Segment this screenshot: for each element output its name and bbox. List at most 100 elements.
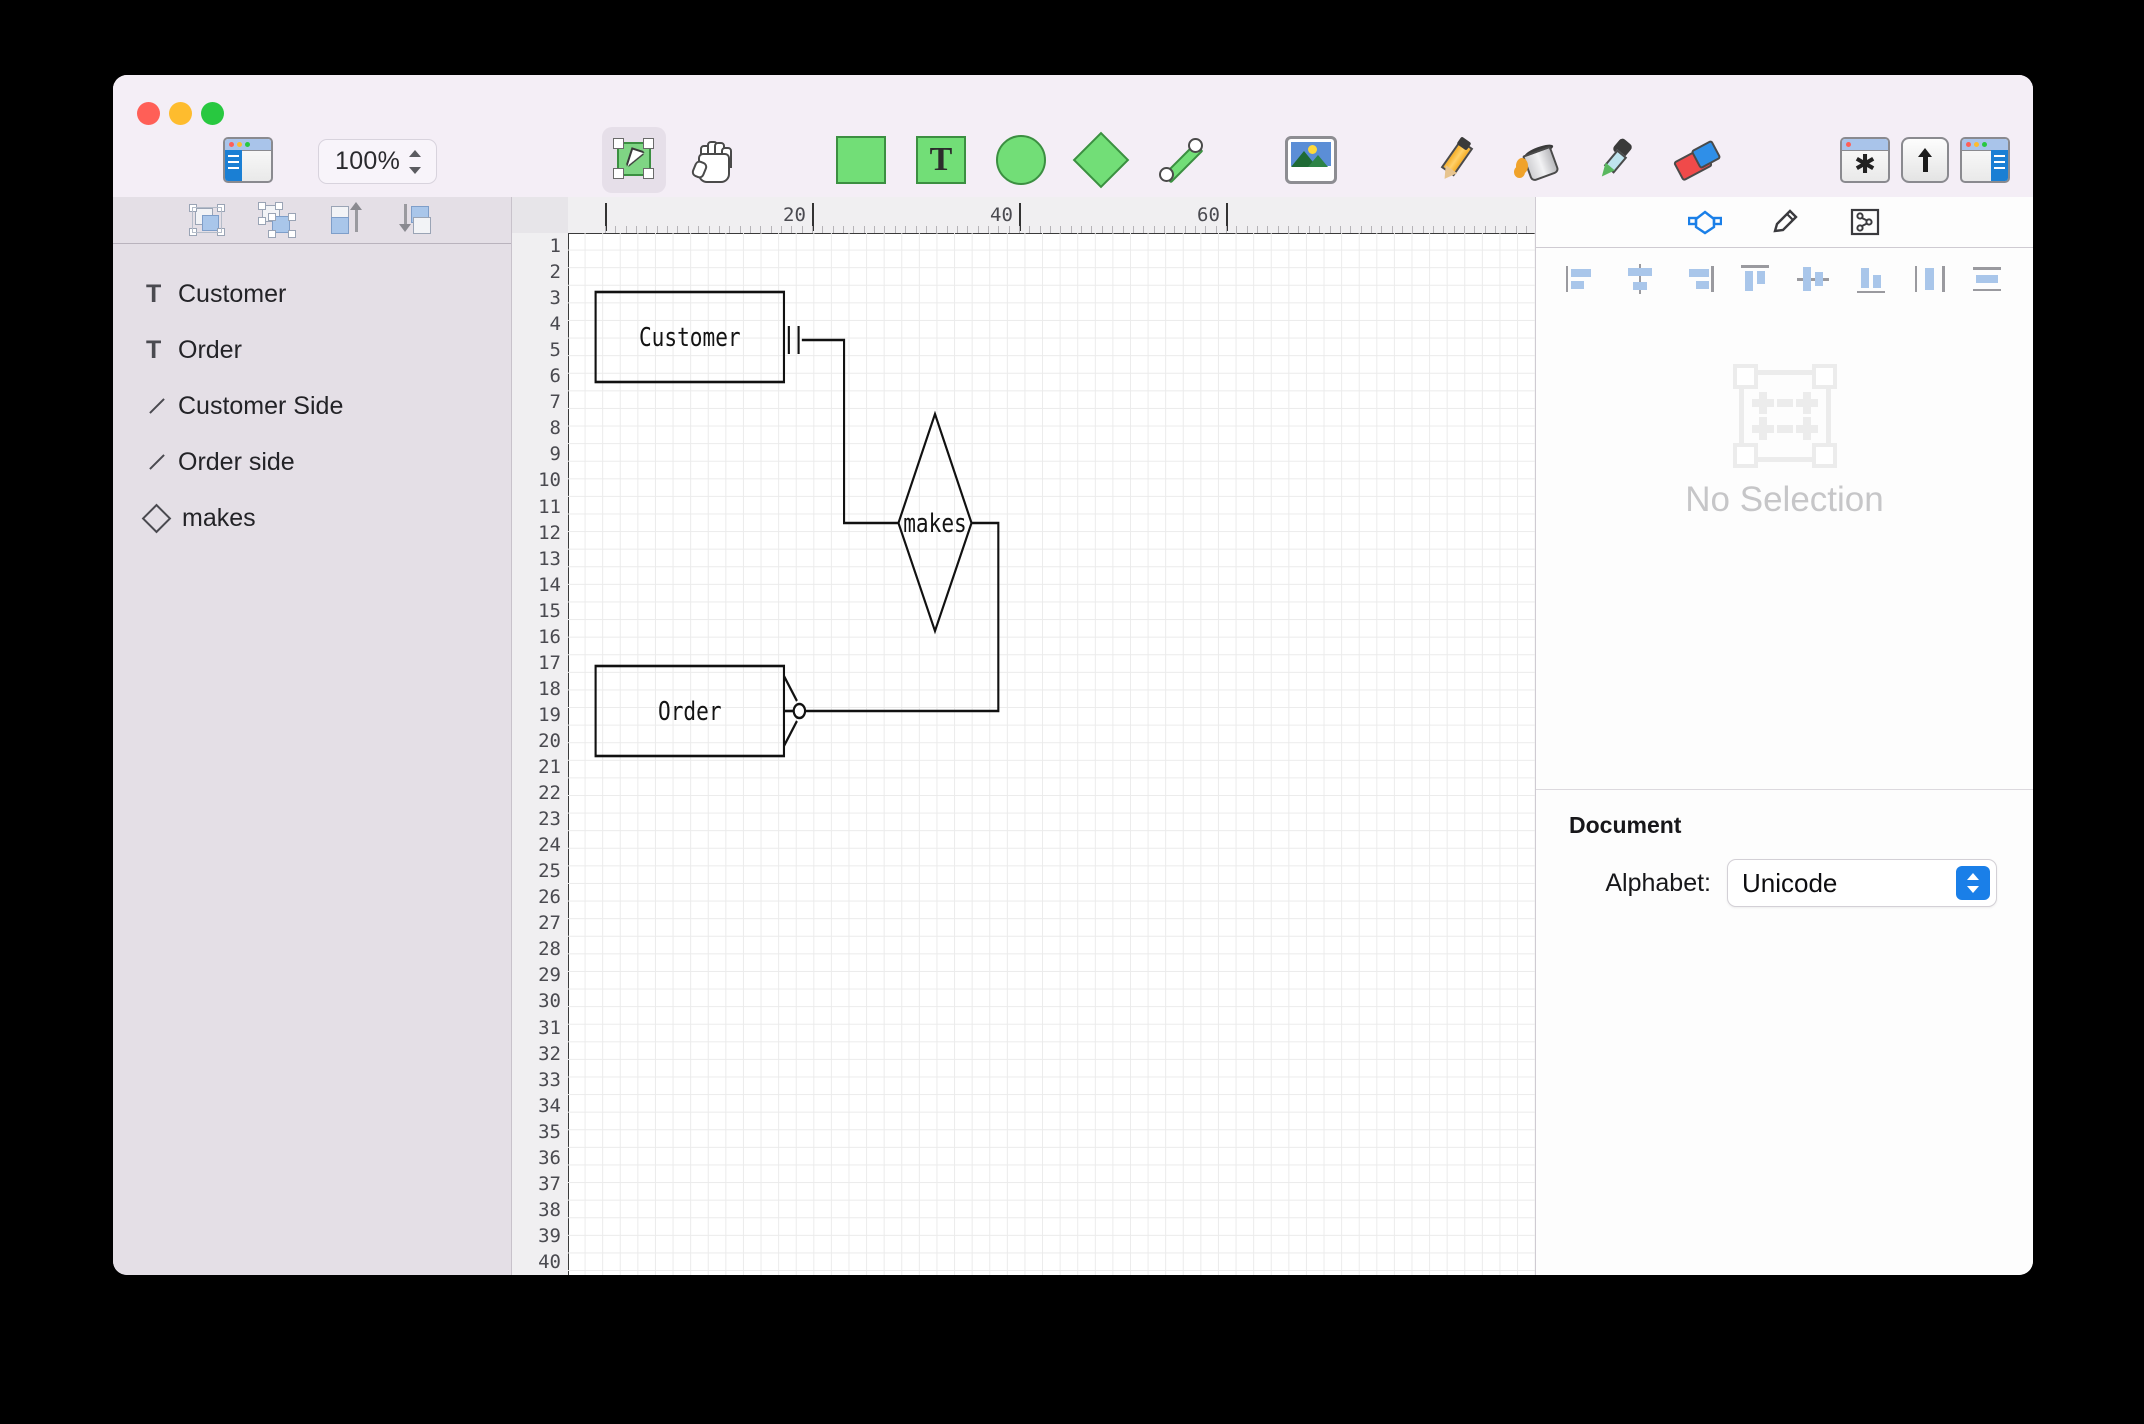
align-right-button[interactable]: [1681, 264, 1715, 294]
h-ruler-tick: [1081, 226, 1083, 233]
minimize-window-button[interactable]: [169, 102, 192, 125]
eyedropper-tool-button[interactable]: [1585, 129, 1645, 191]
v-ruler-label: 20: [538, 729, 561, 752]
paint-bucket-icon: [1512, 138, 1560, 183]
h-ruler-label: 40: [990, 204, 1013, 226]
close-window-button[interactable]: [137, 102, 160, 125]
h-ruler-tick: [1019, 226, 1020, 233]
h-ruler-tick: [770, 226, 772, 233]
canvas-area[interactable]: 20 40 60 1 2 3 4 5 6 7 8 9 10 11 12 13 14 15 16 17 18 19 20…: [512, 197, 1535, 1275]
select-tool-button[interactable]: [602, 127, 666, 193]
order-side-connector: [802, 521, 1000, 713]
ungroup-button[interactable]: [257, 202, 297, 238]
h-ruler-tick: [739, 226, 741, 233]
customer-side-connector: [801, 338, 899, 525]
text-tool-button[interactable]: T: [911, 129, 971, 191]
left-sidebar-toggle-button[interactable]: [223, 129, 273, 191]
h-ruler-tick: [1515, 226, 1517, 233]
image-tool-button[interactable]: [1281, 129, 1341, 191]
er-diagram: Customer Order makes: [594, 290, 1000, 758]
h-ruler-tick: [708, 226, 710, 233]
diamond-tool-button[interactable]: [1071, 129, 1131, 191]
list-item-order[interactable]: T Order: [113, 322, 511, 378]
group-button[interactable]: [187, 202, 227, 238]
alphabet-value: Unicode: [1742, 867, 1838, 898]
h-ruler-tick: [1484, 226, 1486, 233]
right-sidebar-toggle-button[interactable]: [1955, 129, 2015, 191]
canvas-grid[interactable]: Customer Order makes: [568, 233, 1535, 1275]
v-ruler-label: 14: [538, 573, 561, 596]
h-ruler-tick: [1350, 226, 1352, 233]
asterisk-glyph: ✱: [1854, 148, 1876, 179]
line-tool-button[interactable]: [1151, 129, 1211, 191]
eraser-tool-button[interactable]: [1665, 129, 1725, 191]
h-ruler-tick: [1443, 226, 1445, 233]
h-ruler-tick: [1101, 226, 1103, 233]
h-ruler-tick: [1132, 226, 1134, 233]
list-item-customer-side[interactable]: Customer Side: [113, 378, 511, 434]
h-ruler-tick: [998, 226, 1000, 233]
list-item-customer[interactable]: T Customer: [113, 266, 511, 322]
zoom-level-field[interactable]: 100%: [318, 139, 437, 184]
v-ruler-label: 17: [538, 651, 561, 674]
h-ruler-tick: [1298, 226, 1300, 233]
list-item-label: Order: [178, 335, 242, 364]
list-item-order-side[interactable]: Order side: [113, 434, 511, 490]
v-ruler-label: 28: [538, 938, 561, 961]
list-item-makes[interactable]: makes: [113, 490, 511, 546]
bring-forward-button[interactable]: [327, 202, 367, 238]
fill-tool-button[interactable]: [1505, 129, 1565, 191]
stepper-icon[interactable]: [408, 149, 422, 175]
v-ruler-label: 1: [549, 235, 561, 257]
zoom-level-value: 100%: [335, 147, 401, 175]
maximize-window-button[interactable]: [201, 102, 224, 125]
v-ruler-label: 10: [538, 469, 561, 492]
h-ruler-tick: [1339, 226, 1341, 233]
h-ruler-tick: [1267, 226, 1269, 233]
h-ruler-tick: [1495, 226, 1497, 233]
align-center-vertical-button[interactable]: [1796, 264, 1831, 294]
alphabet-select[interactable]: Unicode: [1727, 859, 1997, 907]
v-ruler-label: 16: [538, 625, 561, 648]
v-ruler-label: 31: [538, 1016, 561, 1039]
picture-icon: [1285, 136, 1337, 184]
list-item-label: Order side: [178, 447, 295, 476]
h-ruler-tick: [1215, 226, 1217, 233]
rectangle-tool-button[interactable]: [831, 129, 891, 191]
distribute-vertically-button[interactable]: [1971, 264, 2005, 294]
list-item-label: Customer Side: [178, 391, 344, 420]
v-ruler-label: 6: [549, 365, 561, 388]
h-ruler-tick: [718, 226, 720, 233]
v-ruler-label: 29: [538, 964, 561, 987]
h-ruler-tick: [1163, 226, 1165, 233]
v-ruler-label: 32: [538, 1042, 561, 1065]
v-ruler-label: 24: [538, 834, 561, 857]
share-button[interactable]: [1895, 129, 1955, 191]
connections-inspector-tab[interactable]: [1845, 205, 1885, 239]
shape-inspector-tab[interactable]: [1685, 205, 1725, 239]
pencil-tool-button[interactable]: [1425, 129, 1485, 191]
alphabet-row: Alphabet: Unicode: [1536, 839, 2033, 907]
h-ruler-tick: [1474, 226, 1476, 233]
h-ruler-tick: [698, 226, 700, 233]
line-icon: [1157, 136, 1205, 184]
h-ruler-tick: [1008, 226, 1010, 233]
style-inspector-tab[interactable]: [1765, 205, 1805, 239]
no-selection-label: No Selection: [1685, 480, 1884, 519]
up-arrow-icon: [1901, 137, 1949, 183]
hand-tool-button[interactable]: [683, 129, 743, 191]
align-top-button[interactable]: [1739, 264, 1773, 294]
h-ruler-tick: [791, 226, 793, 233]
text-T-icon: T: [916, 136, 966, 184]
ellipse-tool-button[interactable]: [991, 129, 1051, 191]
align-center-horizontal-button[interactable]: [1623, 264, 1657, 294]
inspector-tabs: [1536, 197, 2033, 248]
send-backward-button[interactable]: [397, 202, 437, 238]
chevron-updown-icon[interactable]: [1956, 866, 1990, 900]
align-left-button[interactable]: [1565, 264, 1599, 294]
distribute-horizontally-button[interactable]: [1913, 264, 1947, 294]
notes-button[interactable]: ✱: [1835, 129, 1895, 191]
list-item-label: makes: [182, 503, 256, 532]
align-bottom-button[interactable]: [1855, 264, 1889, 294]
v-ruler-label: 25: [538, 860, 561, 883]
